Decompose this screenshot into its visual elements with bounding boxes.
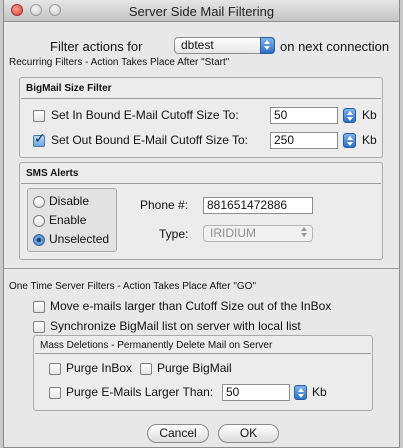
bigmail-section-title: BigMail Size Filter [26,83,112,94]
purge-larger-field[interactable]: 50 [222,384,290,401]
disable-radio[interactable] [33,196,45,208]
purge-larger-label: Purge E-Mails Larger Than: [66,385,214,399]
outbound-cutoff-field[interactable]: 250 [270,132,338,149]
phone-type-value: IRIDIUM [210,226,256,240]
inbound-unit-label: Kb [362,108,377,122]
mail-filter-window: Server Side Mail Filtering Filter action… [3,0,400,448]
move-large-label: Move e-mails larger than Cutoff Size out… [50,299,332,313]
phone-number-field[interactable]: 881651472886 [203,197,313,214]
bigmail-section: BigMail Size Filter Set In Bound E-Mail … [19,77,383,158]
title-bar: Server Side Mail Filtering [4,0,399,22]
sms-alerts-section: SMS Alerts Disable Enable Unselected Pho… [19,162,383,260]
sms-section-title: SMS Alerts [26,168,79,179]
purge-larger-stepper[interactable] [294,385,307,400]
inbound-cutoff-label: Set In Bound E-Mail Cutoff Size To: [51,108,239,122]
popup-arrows-icon [260,37,275,54]
popup-arrows-icon [298,225,313,242]
purge-larger-checkbox[interactable] [49,387,61,399]
outbound-cutoff-checkbox[interactable]: ✓ [33,131,46,147]
outbound-cutoff-stepper[interactable] [343,133,356,148]
outbound-cutoff-label: Set Out Bound E-Mail Cutoff Size To: [51,133,248,147]
unselected-radio-label: Unselected [49,232,110,246]
filters-divider [4,268,399,269]
mass-deletions-section: Mass Deletions - Permanently Delete Mail… [33,335,373,411]
phone-label: Phone #: [140,198,189,212]
purge-bigmail-label: Purge BigMail [157,361,232,375]
purge-inbox-checkbox[interactable] [49,363,61,375]
inbound-cutoff-stepper[interactable] [343,108,356,123]
outbound-unit-label: Kb [362,133,377,147]
window-title: Server Side Mail Filtering [128,4,275,19]
mass-deletions-title: Mass Deletions - Permanently Delete Mail… [40,340,273,351]
sync-bigmail-checkbox[interactable] [33,321,45,333]
account-popup-value: dbtest [181,38,214,52]
purge-larger-unit: Kb [312,385,327,399]
enable-radio[interactable] [33,215,45,227]
filter-prefix-label: Filter actions for [50,39,143,54]
mass-deletions-divider [35,353,371,354]
bigmail-divider [21,98,381,99]
recurring-filters-heading: Recurring Filters - Action Takes Place A… [9,57,230,68]
account-popup[interactable]: dbtest [174,37,275,54]
type-label: Type: [159,227,189,241]
disable-radio-label: Disable [49,194,90,208]
inbound-cutoff-checkbox[interactable] [33,110,45,122]
inbound-cutoff-field[interactable]: 50 [270,107,338,124]
onetime-filters-heading: One Time Server Filters - Action Takes P… [9,281,257,292]
sms-divider [21,183,381,184]
purge-inbox-label: Purge InBox [66,361,133,375]
sms-mode-radio-group: Disable Enable Unselected [27,188,117,252]
ok-button[interactable]: OK [218,424,279,443]
purge-bigmail-checkbox[interactable] [140,363,152,375]
sync-bigmail-label: Synchronize BigMail list on server with … [50,319,301,333]
enable-radio-label: Enable [49,213,87,227]
cancel-button[interactable]: Cancel [147,424,209,443]
unselected-radio[interactable] [33,234,45,246]
filter-suffix-label: on next connection [280,39,390,54]
checkmark-icon: ✓ [34,130,46,146]
move-large-checkbox[interactable] [33,301,45,313]
phone-type-popup[interactable]: IRIDIUM [203,225,313,242]
